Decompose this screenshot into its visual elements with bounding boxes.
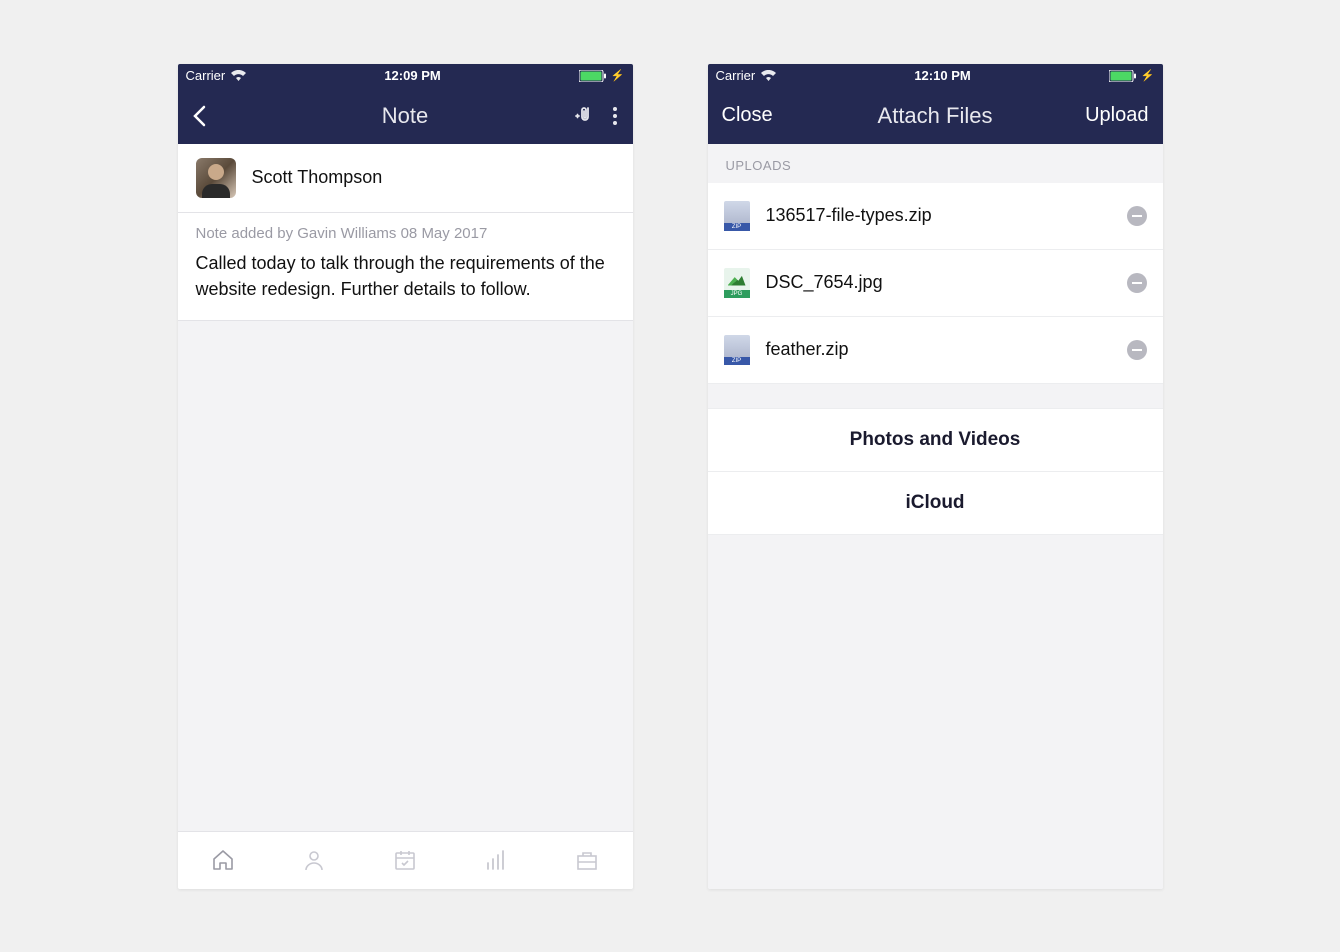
status-time: 12:09 PM <box>384 68 440 83</box>
wifi-icon <box>231 70 246 81</box>
attach-button[interactable] <box>572 105 594 127</box>
charging-icon: ⚡ <box>611 69 625 82</box>
battery-icon <box>1109 70 1137 82</box>
zip-file-icon <box>724 335 750 365</box>
tab-briefcase[interactable] <box>574 847 600 873</box>
tab-contacts[interactable] <box>301 847 327 873</box>
file-name: feather.zip <box>766 339 1111 360</box>
remove-file-button[interactable] <box>1127 206 1147 226</box>
jpg-file-icon <box>724 268 750 298</box>
status-bar: Carrier 12:09 PM ⚡ <box>178 64 633 88</box>
tab-home[interactable] <box>210 847 236 873</box>
tab-bar <box>178 831 633 889</box>
nav-title: Note <box>382 103 428 129</box>
file-name: DSC_7654.jpg <box>766 272 1111 293</box>
file-row[interactable]: DSC_7654.jpg <box>708 250 1163 317</box>
wifi-icon <box>761 70 776 81</box>
carrier-label: Carrier <box>716 68 756 83</box>
status-time: 12:10 PM <box>914 68 970 83</box>
file-row[interactable]: 136517-file-types.zip <box>708 183 1163 250</box>
back-button[interactable] <box>192 105 206 127</box>
note-meta: Note added by Gavin Williams 08 May 2017 <box>196 225 615 242</box>
file-name: 136517-file-types.zip <box>766 205 1111 226</box>
close-button[interactable]: Close <box>722 104 773 127</box>
upload-button[interactable]: Upload <box>1085 104 1148 127</box>
note-screen: Carrier 12:09 PM ⚡ Note <box>178 64 633 889</box>
icloud-button[interactable]: iCloud <box>708 471 1163 535</box>
uploads-header: UPLOADS <box>708 144 1163 183</box>
tab-calendar[interactable] <box>392 847 418 873</box>
file-row[interactable]: feather.zip <box>708 317 1163 384</box>
charging-icon: ⚡ <box>1141 69 1155 82</box>
remove-file-button[interactable] <box>1127 340 1147 360</box>
more-button[interactable] <box>612 106 618 126</box>
tab-analytics[interactable] <box>483 847 509 873</box>
contact-name: Scott Thompson <box>252 167 383 188</box>
photos-videos-button[interactable]: Photos and Videos <box>708 408 1163 472</box>
attach-files-screen: Carrier 12:10 PM ⚡ Close Attach Files Up… <box>708 64 1163 889</box>
status-bar: Carrier 12:10 PM ⚡ <box>708 64 1163 88</box>
nav-bar: Close Attach Files Upload <box>708 88 1163 144</box>
remove-file-button[interactable] <box>1127 273 1147 293</box>
nav-bar: Note <box>178 88 633 144</box>
carrier-label: Carrier <box>186 68 226 83</box>
nav-title: Attach Files <box>878 103 993 129</box>
note-body: Called today to talk through the require… <box>178 250 633 320</box>
zip-file-icon <box>724 201 750 231</box>
battery-icon <box>579 70 607 82</box>
contact-row[interactable]: Scott Thompson <box>178 144 633 213</box>
avatar <box>196 158 236 198</box>
